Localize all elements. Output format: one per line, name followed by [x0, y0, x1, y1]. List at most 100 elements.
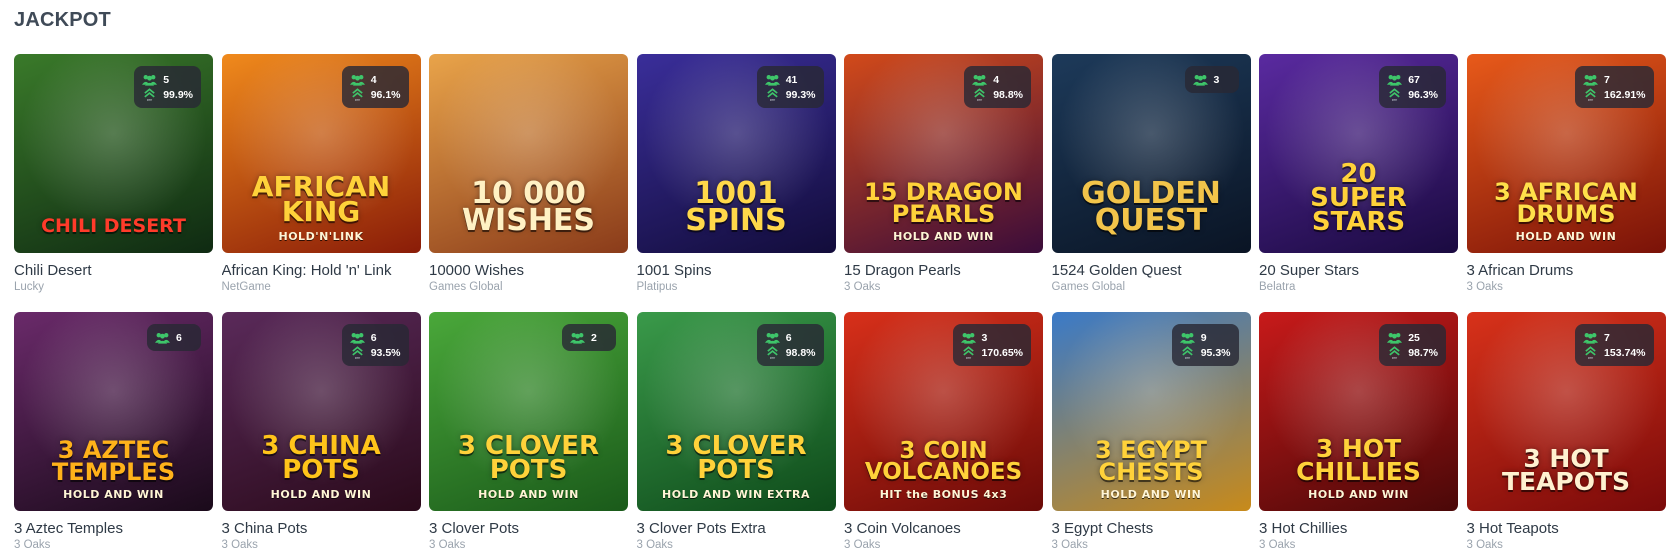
game-name[interactable]: 20 Super Stars [1259, 262, 1458, 279]
game-logo-subtitle: HOLD AND WIN [63, 488, 164, 501]
game-name[interactable]: 3 Egypt Chests [1052, 520, 1251, 537]
rtp-chevrons-icon: RTP [352, 345, 363, 360]
game-logo: African King [251, 169, 391, 229]
rtp-chevrons-icon: RTP [1585, 345, 1596, 360]
game-thumbnail[interactable]: Golden Quest 3 [1051, 54, 1251, 253]
players-count: 7 [1604, 73, 1610, 86]
svg-text:RTP: RTP [354, 356, 360, 360]
game-thumbnail[interactable]: 3 Clover Pots HOLD AND WIN EXTRA 6 [636, 312, 836, 511]
game-name[interactable]: 3 China Pots [222, 520, 421, 537]
game-card-15[interactable]: 3 Hot Chillies HOLD AND WIN 25 [1259, 312, 1458, 558]
game-name[interactable]: 3 Clover Pots [429, 520, 628, 537]
game-logo: 1001 Spins [685, 175, 787, 239]
game-card-9[interactable]: 3 Aztec Temples HOLD AND WIN 6 [14, 312, 213, 558]
rtp-value: 96.3% [1408, 88, 1438, 101]
game-name[interactable]: 1524 Golden Quest [1052, 262, 1251, 279]
game-thumbnail[interactable]: 3 Clover Pots HOLD AND WIN 2 [429, 312, 628, 511]
stats-badge: 5 RTP 99.9% [134, 66, 201, 108]
game-card-14[interactable]: 3 Egypt Chests HOLD AND WIN 9 [1051, 312, 1251, 558]
game-card-12[interactable]: 3 Clover Pots HOLD AND WIN EXTRA 6 [636, 312, 836, 558]
game-thumbnail[interactable]: 3 Hot Teapots 7 [1466, 312, 1666, 511]
players-icon [1179, 332, 1195, 344]
game-card-5[interactable]: 15 Dragon Pearls HOLD AND WIN 4 [844, 54, 1043, 305]
game-logo-subtitle: HIT the BONUS 4x3 [879, 488, 1008, 501]
players-count: 6 [370, 331, 377, 344]
game-card-3[interactable]: 10 000 Wishes [429, 54, 628, 305]
game-logo-subtitle: HOLD AND WIN [478, 488, 579, 501]
rtp-chevrons-icon: RTP [767, 87, 778, 102]
game-name[interactable]: 3 Coin Volcanoes [844, 520, 1043, 537]
game-thumbnail[interactable]: 3 African Drums HOLD AND WIN 7 [1466, 54, 1666, 253]
rtp-value: 170.65% [981, 346, 1023, 359]
stats-badge: 3 RTP 170.65% [952, 324, 1031, 366]
stats-badge: 9 RTP 95.3% [1171, 324, 1239, 366]
game-name[interactable]: 15 Dragon Pearls [844, 262, 1043, 279]
svg-text:RTP: RTP [1184, 356, 1190, 360]
game-name[interactable]: 3 Aztec Temples [14, 520, 213, 537]
players-count: 25 [1408, 331, 1420, 344]
game-name[interactable]: 1001 Spins [637, 262, 836, 279]
stats-badge: 4 RTP 98.8% [964, 66, 1031, 108]
game-card-16[interactable]: 3 Hot Teapots 7 [1466, 312, 1666, 558]
game-provider: 3 Oaks [221, 539, 258, 551]
rtp-value: 99.9% [163, 88, 193, 101]
game-name[interactable]: 3 Hot Teapots [1467, 520, 1666, 537]
game-thumbnail[interactable]: 3 China Pots HOLD AND WIN 6 [221, 312, 421, 511]
game-card-4[interactable]: 1001 Spins 41 [636, 54, 836, 305]
game-thumbnail[interactable]: 3 Aztec Temples HOLD AND WIN 6 [14, 312, 213, 511]
game-card-7[interactable]: 20 Super Stars 67 [1259, 54, 1458, 305]
rtp-chevrons-icon: RTP [352, 87, 363, 102]
game-name[interactable]: 3 Clover Pots Extra [637, 520, 836, 537]
game-name[interactable]: African King: Hold 'n' Link [222, 262, 421, 279]
stats-badge: 67 RTP 96.3% [1379, 66, 1446, 108]
players-count: 7 [1604, 331, 1610, 344]
stats-badge: 2 RTP [562, 324, 616, 351]
game-thumbnail[interactable]: 1001 Spins 41 [636, 54, 836, 253]
game-provider: Lucky [14, 281, 45, 293]
stats-badge: 7 RTP 162.91% [1575, 66, 1654, 108]
game-thumbnail[interactable]: 3 Egypt Chests HOLD AND WIN 9 [1051, 312, 1251, 511]
game-logo-subtitle: HOLD'N'LINK [278, 230, 364, 243]
game-name[interactable]: Chili Desert [14, 262, 213, 279]
game-thumbnail[interactable]: Chili Desert 5 [14, 54, 213, 253]
game-thumbnail[interactable]: African King HOLD'N'LINK 4 [221, 54, 421, 253]
rtp-value: 95.3% [1200, 346, 1231, 359]
game-thumbnail[interactable]: 3 Coin Volcanoes HIT the BONUS 4x3 3 [844, 312, 1043, 511]
game-thumbnail[interactable]: 20 Super Stars 67 [1259, 54, 1458, 253]
game-logo: Chili Desert [41, 214, 186, 237]
game-card-2[interactable]: African King HOLD'N'LINK 4 [221, 54, 421, 305]
game-card-11[interactable]: 3 Clover Pots HOLD AND WIN 2 [429, 312, 628, 558]
game-name[interactable]: 3 African Drums [1467, 262, 1666, 279]
game-card-13[interactable]: 3 Coin Volcanoes HIT the BONUS 4x3 3 [844, 312, 1043, 558]
game-provider: 3 Oaks [429, 539, 466, 551]
game-logo: 3 African Drums [1494, 177, 1638, 228]
game-thumbnail[interactable]: 10 000 Wishes [429, 54, 628, 253]
game-card-8[interactable]: 3 African Drums HOLD AND WIN 7 [1466, 54, 1666, 305]
rtp-value: 98.8% [785, 346, 816, 359]
svg-text:RTP: RTP [965, 356, 971, 360]
game-card-10[interactable]: 3 China Pots HOLD AND WIN 6 [221, 312, 421, 558]
players-icon [570, 332, 585, 344]
players-count: 41 [785, 73, 798, 86]
game-logo-subtitle: HOLD AND WIN [1515, 230, 1617, 243]
players-count: 3 [1213, 73, 1220, 86]
game-logo: 15 Dragon Pearls [864, 177, 1023, 228]
page-title: JACKPOT [14, 9, 111, 31]
game-logo: 3 Aztec Temples [51, 435, 176, 486]
game-logo: 3 Clover Pots [457, 431, 600, 486]
game-thumbnail[interactable]: 3 Hot Chillies HOLD AND WIN 25 [1259, 312, 1458, 511]
rtp-chevrons-icon: RTP [767, 345, 778, 360]
game-logo: 20 Super Stars [1310, 159, 1407, 238]
game-provider: Belatra [1259, 281, 1296, 293]
game-card-6[interactable]: Golden Quest 3 [1051, 54, 1251, 305]
game-name[interactable]: 3 Hot Chillies [1259, 520, 1458, 537]
stats-badge: 41 RTP 99.3% [756, 66, 824, 108]
players-count: 9 [1200, 331, 1207, 344]
game-card-1[interactable]: Chili Desert 5 [14, 54, 213, 305]
players-count: 3 [981, 331, 988, 344]
game-name[interactable]: 10000 Wishes [429, 262, 628, 279]
stats-badge: 7 RTP 153.74% [1575, 324, 1654, 366]
game-thumbnail[interactable]: 15 Dragon Pearls HOLD AND WIN 4 [844, 54, 1043, 253]
game-provider: NetGame [221, 281, 271, 293]
rtp-chevrons-icon: RTP [144, 87, 155, 102]
